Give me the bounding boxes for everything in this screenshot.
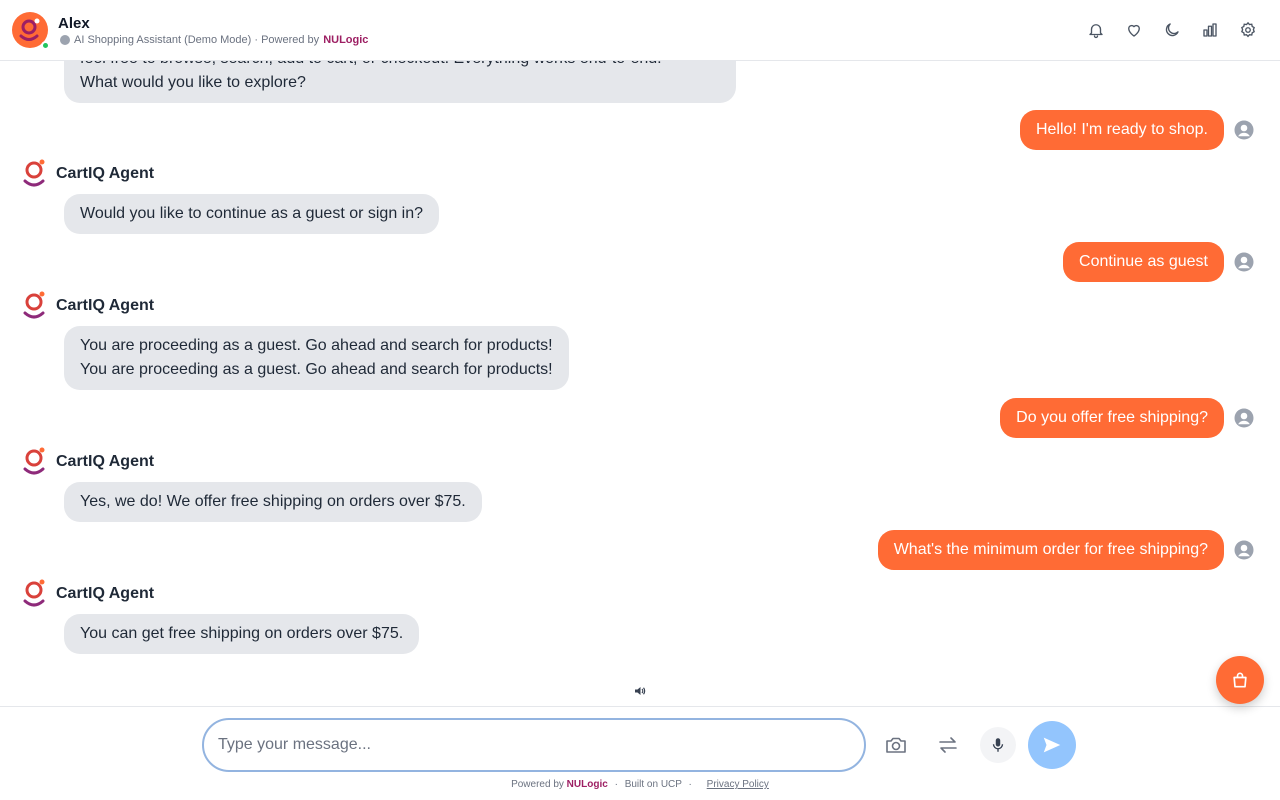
message-text: feel free to browse, search, add to cart…: [80, 61, 720, 71]
agent-header: CartIQ Agent: [22, 158, 154, 190]
message-composer: Powered by NULogic · Built on UCP · Priv…: [0, 706, 1280, 800]
camera-button[interactable]: [878, 727, 914, 763]
camera-icon: [886, 737, 906, 753]
shopping-assistant-app: Alex AI Shopping Assistant (Demo Mode) ·…: [0, 0, 1280, 800]
assistant-name: Alex: [58, 15, 90, 32]
subtitle-text: AI Shopping Assistant (Demo Mode) · Powe…: [74, 34, 320, 46]
cartiq-logo-icon: [23, 159, 45, 187]
user-message: What's the minimum order for free shippi…: [877, 530, 1224, 570]
heart-icon[interactable]: [1122, 18, 1146, 42]
message-text: What would you like to explore?: [80, 74, 306, 91]
microphone-button[interactable]: [980, 727, 1016, 763]
agent-message: You are proceeding as a guest. Go ahead …: [64, 326, 569, 390]
user-avatar-icon: [1234, 540, 1254, 560]
chat-messages: feel free to browse, search, add to cart…: [0, 61, 1280, 706]
swap-button[interactable]: [930, 727, 966, 763]
bar-chart-icon[interactable]: [1198, 18, 1222, 42]
footer-brand: NULogic: [566, 779, 608, 790]
send-icon: [1043, 737, 1061, 753]
message-text: You are proceeding as a guest. Go ahead …: [80, 337, 553, 354]
agent-message-intro: feel free to browse, search, add to cart…: [64, 61, 736, 103]
powered-by-text: Powered by: [511, 779, 564, 790]
moon-icon[interactable]: [1160, 18, 1184, 42]
speaker-icon[interactable]: [634, 685, 646, 697]
online-status-dot: [41, 41, 50, 50]
gear-icon[interactable]: [1236, 18, 1260, 42]
shopping-bag-icon: [1233, 672, 1247, 688]
user-avatar-icon: [1234, 408, 1254, 428]
agent-header: CartIQ Agent: [22, 290, 154, 322]
cartiq-logo-icon: [23, 291, 45, 319]
message-text: You are proceeding as a guest. Go ahead …: [80, 361, 553, 378]
agent-name: CartIQ Agent: [56, 297, 155, 314]
header-actions: [1084, 18, 1260, 42]
agent-header: CartIQ Agent: [22, 446, 154, 478]
agent-message: You can get free shipping on orders over…: [64, 614, 420, 654]
built-on-text: Built on UCP: [624, 779, 682, 790]
shopping-bag-button[interactable]: [1216, 656, 1264, 704]
user-avatar-icon: [1234, 120, 1254, 140]
bell-icon[interactable]: [1084, 18, 1108, 42]
cartiq-logo-icon: [23, 579, 45, 607]
cartiq-logo-icon: [23, 447, 45, 475]
agent-name: CartIQ Agent: [56, 585, 155, 602]
info-icon: [60, 35, 70, 45]
user-message: Do you offer free shipping?: [1000, 398, 1224, 438]
agent-name: CartIQ Agent: [56, 165, 155, 182]
user-message: Hello! I'm ready to shop.: [1019, 110, 1224, 150]
agent-message: Would you like to continue as a guest or…: [64, 194, 440, 234]
app-header: Alex AI Shopping Assistant (Demo Mode) ·…: [0, 0, 1280, 61]
brand-name: NULogic: [323, 34, 369, 46]
send-button[interactable]: [1028, 721, 1076, 769]
user-message: Continue as guest: [1063, 242, 1224, 282]
message-input[interactable]: [202, 718, 866, 772]
microphone-icon: [992, 738, 1004, 752]
agent-header: CartIQ Agent: [22, 578, 154, 610]
agent-message: Yes, we do! We offer free shipping on or…: [64, 482, 482, 522]
privacy-policy-link[interactable]: Privacy Policy: [707, 779, 769, 790]
assistant-subtitle: AI Shopping Assistant (Demo Mode) · Powe…: [60, 34, 368, 46]
agent-name: CartIQ Agent: [56, 453, 155, 470]
swap-arrows-icon: [939, 737, 957, 753]
footer: Powered by NULogic · Built on UCP · Priv…: [511, 779, 769, 790]
user-avatar-icon: [1234, 252, 1254, 272]
